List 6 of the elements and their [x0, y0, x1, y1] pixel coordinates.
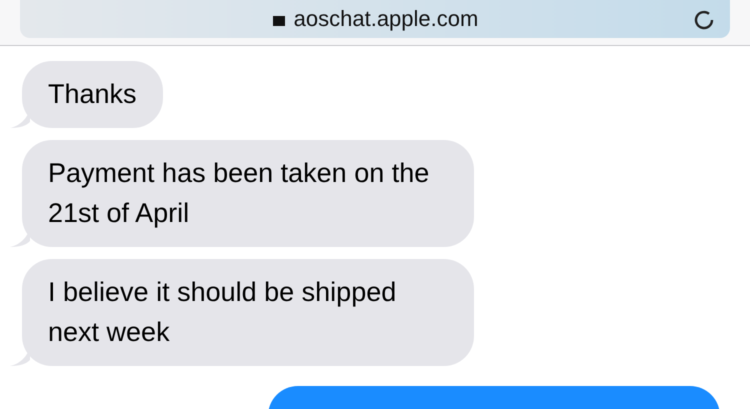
reload-icon[interactable] [692, 8, 716, 32]
message-bubble: I believe it should be shipped next week [22, 259, 474, 366]
url-text: aoschat.apple.com [272, 6, 478, 32]
message-bubble: Payment has been taken on the 21st of April [22, 140, 474, 247]
address-bar[interactable]: aoschat.apple.com [20, 0, 730, 38]
message-bubble: Thanks [22, 61, 163, 128]
